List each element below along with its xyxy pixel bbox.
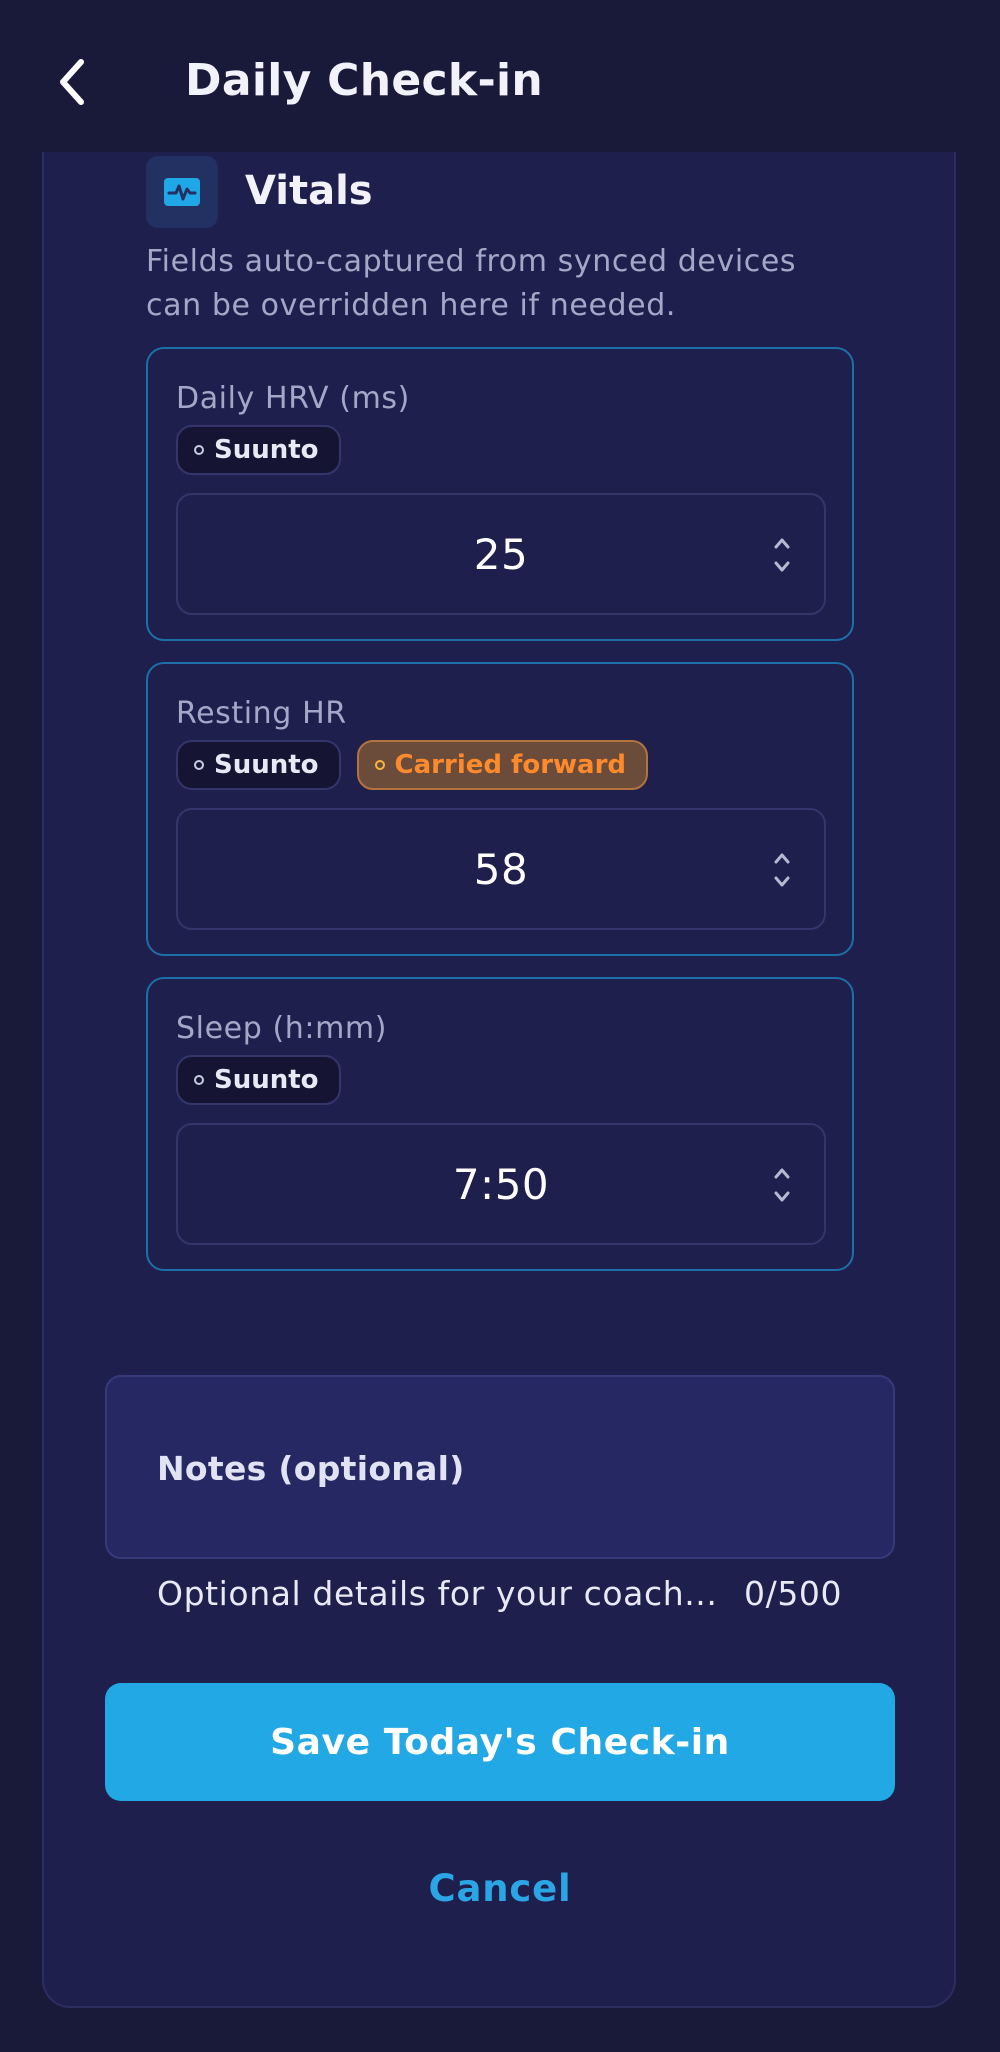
stepper-value: 25: [473, 529, 529, 579]
stepper-value: 7:50: [452, 1159, 550, 1209]
vitals-icon: [146, 156, 218, 228]
section-description: Fields auto-captured from synced devices…: [146, 240, 846, 328]
back-button[interactable]: [40, 44, 104, 120]
source-badge: Suunto: [176, 1055, 341, 1105]
page-title: Daily Check-in: [185, 55, 544, 106]
app-header: Daily Check-in: [0, 0, 1000, 152]
notes-placeholder: Optional details for your coach...: [157, 1574, 718, 1613]
status-badge-label: Carried forward: [394, 750, 627, 780]
save-button[interactable]: Save Today's Check-in: [105, 1683, 895, 1801]
hrv-stepper[interactable]: 25: [176, 493, 826, 615]
source-badge: Suunto: [176, 425, 341, 475]
source-badge-label: Suunto: [214, 750, 319, 780]
stepper-arrows-icon[interactable]: [770, 533, 794, 577]
source-badge-label: Suunto: [214, 435, 319, 465]
stepper-arrows-icon[interactable]: [770, 848, 794, 892]
field-sleep: Sleep (h:mm) Suunto 7:50: [146, 977, 854, 1271]
field-label: Sleep (h:mm): [176, 1011, 388, 1046]
section-description-line: can be overridden here if needed.: [146, 288, 676, 323]
resting-hr-stepper[interactable]: 58: [176, 808, 826, 930]
chevron-left-icon: [60, 59, 84, 105]
field-resting-hr: Resting HR Suunto Carried forward 58: [146, 662, 854, 956]
notes-label: Notes (optional): [157, 1449, 465, 1488]
circle-icon: [194, 445, 204, 455]
circle-icon: [374, 760, 385, 770]
stepper-value: 58: [473, 844, 529, 894]
notes-character-counter: 0/500: [744, 1574, 843, 1613]
notes-input[interactable]: Notes (optional): [105, 1375, 895, 1559]
circle-icon: [194, 1075, 204, 1085]
source-badge: Suunto: [176, 740, 341, 790]
carried-forward-badge: Carried forward: [356, 740, 649, 790]
sleep-stepper[interactable]: 7:50: [176, 1123, 826, 1245]
stepper-arrows-icon[interactable]: [770, 1163, 794, 1207]
heart-monitor-icon: [164, 178, 200, 206]
source-badge-label: Suunto: [214, 1065, 319, 1095]
section-description-line: Fields auto-captured from synced devices: [146, 244, 797, 279]
cancel-button[interactable]: Cancel: [400, 1860, 600, 1916]
field-label: Resting HR: [176, 696, 347, 731]
field-label: Daily HRV (ms): [176, 381, 410, 416]
circle-icon: [194, 760, 204, 770]
section-title: Vitals: [245, 168, 373, 214]
field-daily-hrv: Daily HRV (ms) Suunto 25: [146, 347, 854, 641]
